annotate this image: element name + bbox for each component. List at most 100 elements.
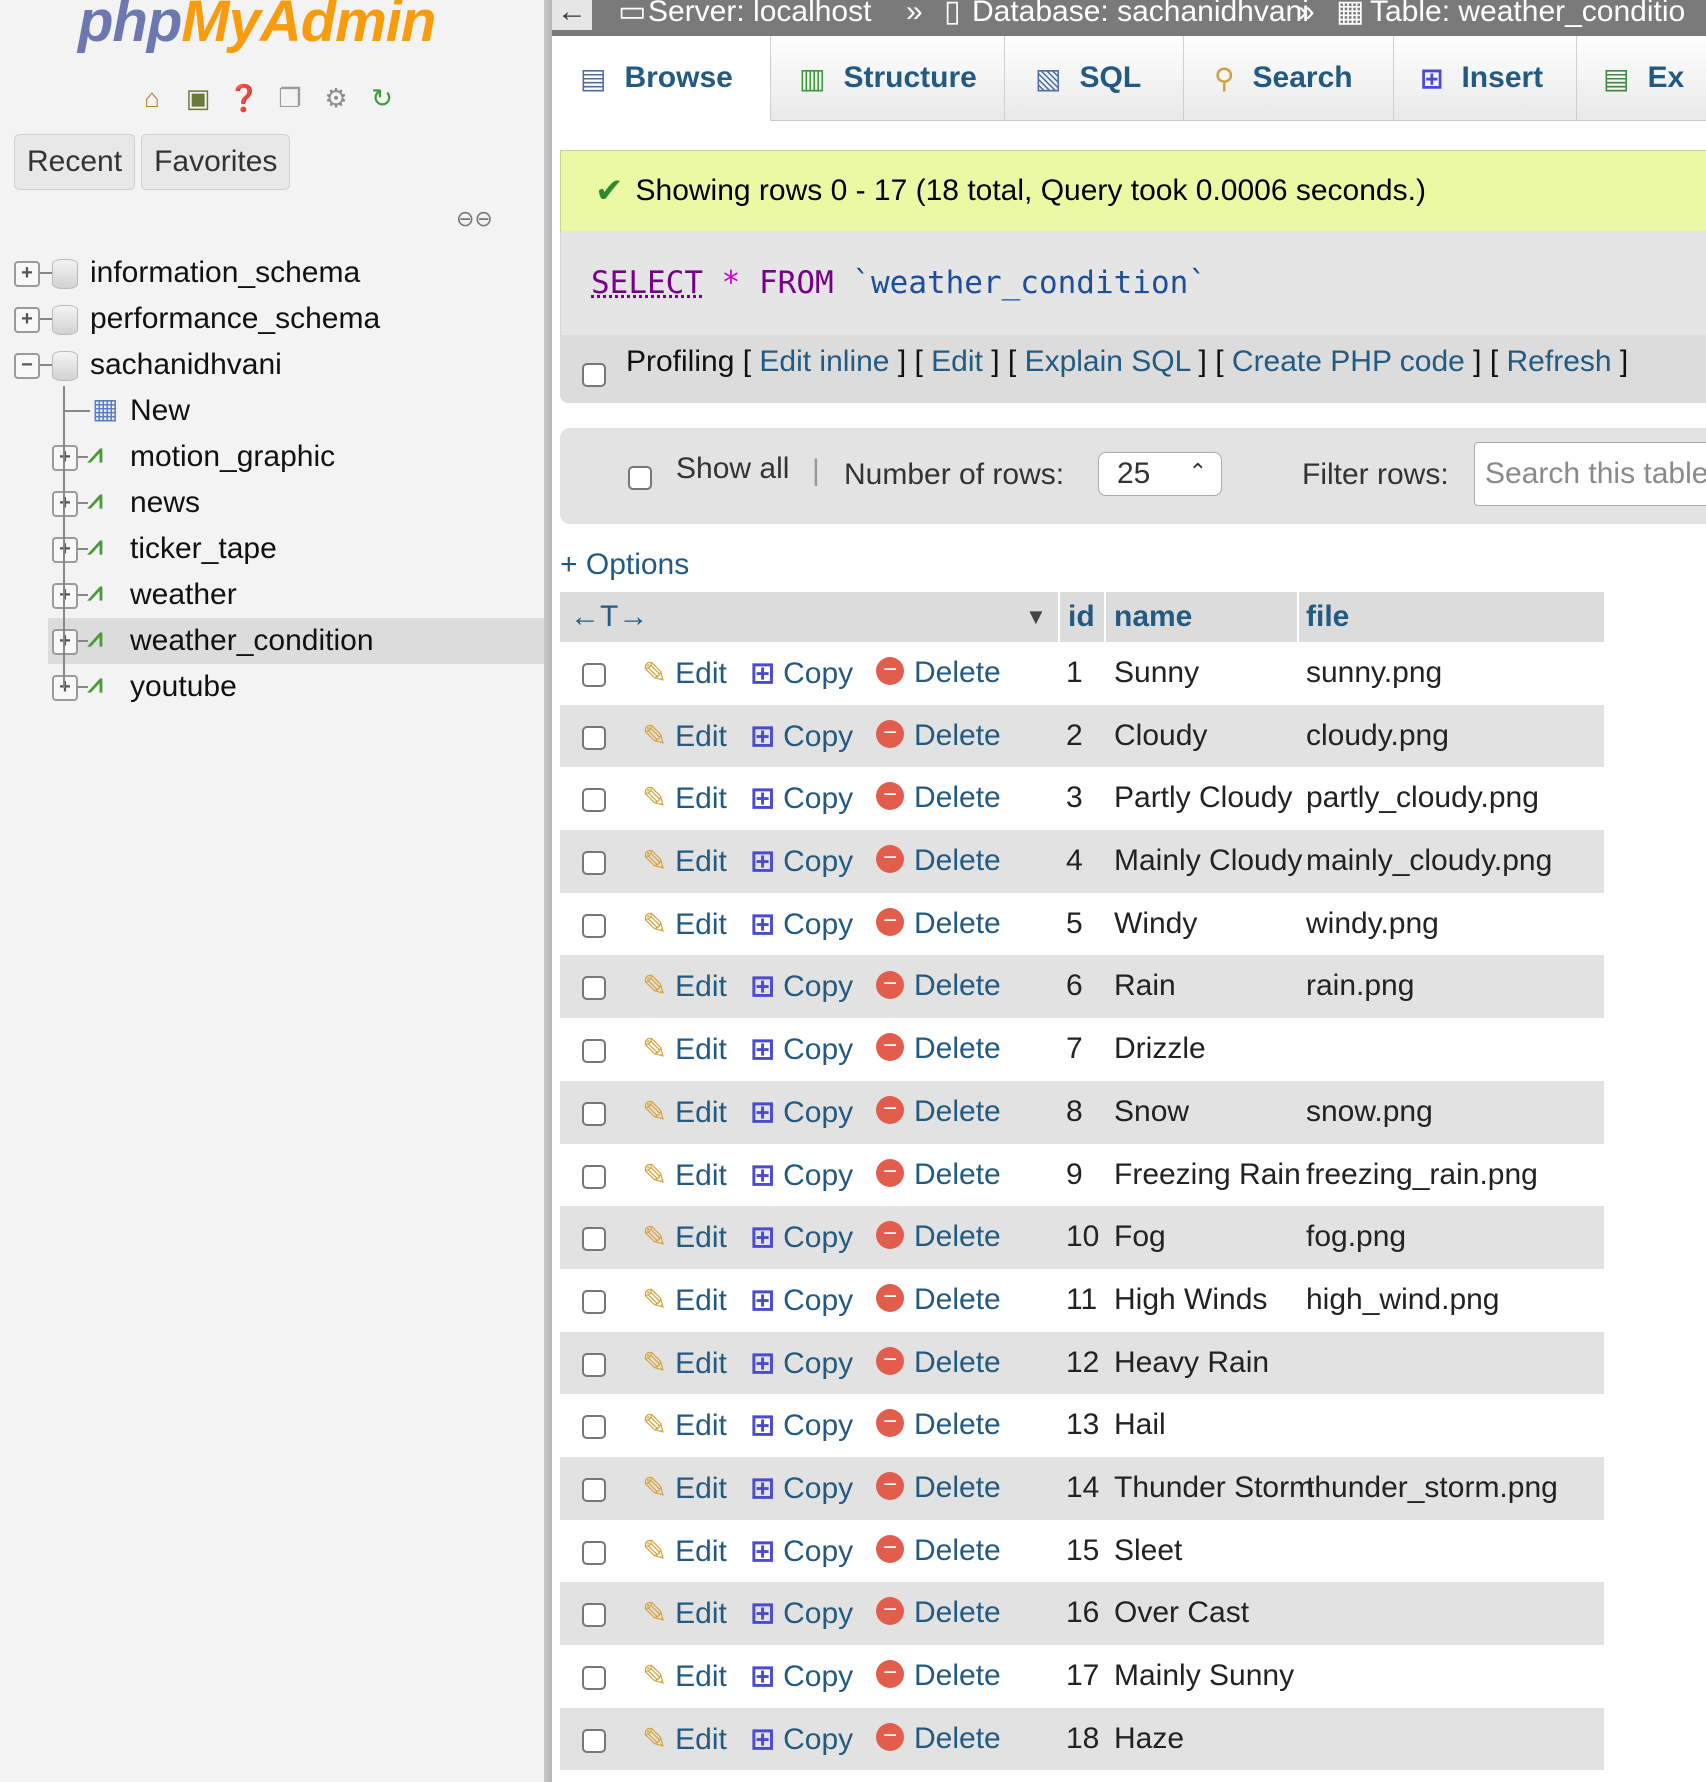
cell-name[interactable]: Thunder Storm [1114,1471,1314,1505]
breadcrumb-database[interactable]: Database: sachanidhvani [972,0,1309,30]
copy-row-link[interactable]: ⊞ Copy [750,1032,853,1067]
copy-row-link[interactable]: ⊞ Copy [750,1534,853,1569]
tab-sql[interactable]: ▧ SQL [1005,36,1184,120]
row-select-checkbox[interactable] [582,1227,606,1252]
cell-file[interactable]: cloudy.png [1306,719,1449,753]
edit-row-link[interactable]: ✎ Edit [642,969,727,1004]
sql-keyword-select[interactable]: SELECT [591,265,703,301]
delete-row-link[interactable]: − Delete [876,656,1001,690]
delete-row-link[interactable]: − Delete [876,1220,1001,1254]
edit-inline-link[interactable]: Edit inline [759,345,889,378]
cell-name[interactable]: Heavy Rain [1114,1346,1269,1380]
cell-name[interactable]: High Winds [1114,1283,1267,1317]
row-select-checkbox[interactable] [582,913,606,938]
cell-file[interactable]: thunder_storm.png [1306,1471,1558,1505]
edit-row-link[interactable]: ✎ Edit [642,1283,727,1318]
edit-row-link[interactable]: ✎ Edit [642,1722,727,1757]
cell-name[interactable]: Sleet [1114,1534,1182,1568]
row-select-checkbox[interactable] [582,1164,606,1189]
tab-browse[interactable]: ▤ Browse [552,36,771,122]
column-header-file[interactable]: file [1306,600,1349,634]
tree-item-information-schema[interactable]: + information_schema [0,250,544,296]
cell-id[interactable]: 2 [1066,719,1083,753]
explain-sql-link[interactable]: Explain SQL [1025,345,1191,378]
delete-row-link[interactable]: − Delete [876,719,1001,753]
cell-file[interactable]: freezing_rain.png [1306,1158,1538,1192]
row-select-checkbox[interactable] [582,976,606,1001]
cell-id[interactable]: 8 [1066,1095,1083,1129]
tree-label[interactable]: motion_graphic [130,440,335,474]
tab-search[interactable]: ⚲ Search [1184,36,1394,120]
breadcrumb-server[interactable]: Server: localhost [648,0,871,30]
copy-row-link[interactable]: ⊞ Copy [750,1408,853,1443]
row-select-checkbox[interactable] [582,1603,606,1628]
expand-icon[interactable]: + [14,307,40,333]
cell-file[interactable]: windy.png [1306,907,1439,941]
edit-row-link[interactable]: ✎ Edit [642,844,727,879]
cell-id[interactable]: 13 [1066,1408,1099,1442]
delete-row-link[interactable]: − Delete [876,969,1001,1003]
delete-row-link[interactable]: − Delete [876,907,1001,941]
cell-id[interactable]: 16 [1066,1596,1099,1630]
tree-label[interactable]: New [130,394,190,428]
tree-item-performance-schema[interactable]: + performance_schema [0,296,544,342]
copy-row-link[interactable]: ⊞ Copy [750,1283,853,1318]
tree-item-weather-condition[interactable]: + ⩘ weather_condition [0,618,544,664]
row-select-checkbox[interactable] [582,1415,606,1440]
column-header-id[interactable]: id [1068,600,1095,634]
expand-icon[interactable]: + [52,629,78,655]
tree-label[interactable]: sachanidhvani [90,348,282,382]
tree-label[interactable]: information_schema [90,256,360,290]
tree-label[interactable]: performance_schema [90,302,380,336]
cell-file[interactable]: partly_cloudy.png [1306,781,1539,815]
delete-row-link[interactable]: − Delete [876,1534,1001,1568]
edit-row-link[interactable]: ✎ Edit [642,1346,727,1381]
breadcrumb-table[interactable]: Table: weather_conditio [1370,0,1685,30]
delete-row-link[interactable]: − Delete [876,1408,1001,1442]
favorites-tab[interactable]: Favorites [141,134,291,190]
column-navigation-arrows[interactable]: ←T→ [570,600,648,634]
cell-name[interactable]: Freezing Rain [1114,1158,1301,1192]
row-select-checkbox[interactable] [582,663,606,687]
cell-file[interactable]: sunny.png [1306,656,1442,690]
row-select-checkbox[interactable] [582,1101,606,1126]
edit-row-link[interactable]: ✎ Edit [642,781,727,816]
tree-label[interactable]: youtube [130,670,237,704]
cell-id[interactable]: 18 [1066,1722,1099,1756]
cell-file[interactable]: snow.png [1306,1095,1433,1129]
tree-label[interactable]: news [130,486,200,520]
cell-id[interactable]: 12 [1066,1346,1099,1380]
row-select-checkbox[interactable] [582,1666,606,1690]
edit-row-link[interactable]: ✎ Edit [642,1220,727,1255]
row-select-checkbox[interactable] [582,851,606,876]
phpmyadmin-logo[interactable]: phpMyAdmin [78,0,436,58]
tree-label[interactable]: ticker_tape [130,532,277,566]
cell-name[interactable]: Hail [1114,1408,1166,1442]
row-select-checkbox[interactable] [582,1352,606,1377]
tree-label[interactable]: weather_condition [130,624,374,658]
cell-id[interactable]: 6 [1066,969,1083,1003]
delete-row-link[interactable]: − Delete [876,1032,1001,1066]
cell-name[interactable]: Over Cast [1114,1596,1249,1630]
sql-query[interactable]: SELECT * FROM `weather_condition` [591,265,1207,301]
delete-row-link[interactable]: − Delete [876,1659,1001,1693]
edit-row-link[interactable]: ✎ Edit [642,1596,727,1631]
cell-name[interactable]: Drizzle [1114,1032,1206,1066]
cell-file[interactable]: fog.png [1306,1220,1406,1254]
show-all-label[interactable]: Show all [676,452,789,486]
delete-row-link[interactable]: − Delete [876,1283,1001,1317]
cell-id[interactable]: 9 [1066,1158,1083,1192]
home-icon[interactable]: ⌂ [134,80,170,116]
cell-name[interactable]: Cloudy [1114,719,1207,753]
edit-row-link[interactable]: ✎ Edit [642,1158,727,1193]
cell-file[interactable]: high_wind.png [1306,1283,1500,1317]
cell-id[interactable]: 17 [1066,1659,1099,1693]
expand-icon[interactable]: + [52,583,78,609]
delete-row-link[interactable]: − Delete [876,1158,1001,1192]
cell-name[interactable]: Sunny [1114,656,1199,690]
filter-rows-input[interactable]: Search this table [1474,442,1706,506]
copy-row-link[interactable]: ⊞ Copy [750,1596,853,1631]
edit-row-link[interactable]: ✎ Edit [642,656,727,691]
edit-row-link[interactable]: ✎ Edit [642,1534,727,1569]
edit-row-link[interactable]: ✎ Edit [642,1659,727,1694]
